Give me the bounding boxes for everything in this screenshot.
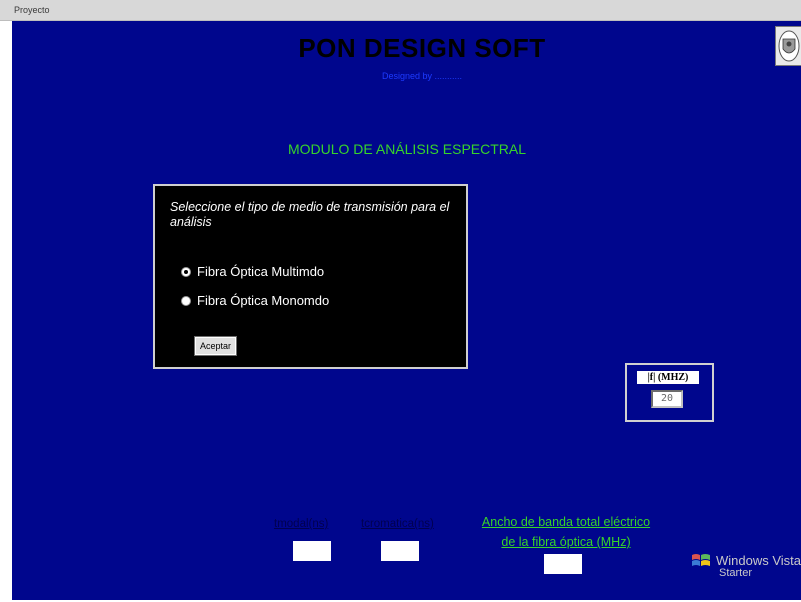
chromatic-dispersion-label: tcromatica(ns) xyxy=(361,518,434,530)
window-title: Proyecto xyxy=(14,5,50,15)
bandwidth-label-line2: de la fibra óptica (MHz) xyxy=(501,535,631,549)
bandwidth-label-line1: Ancho de banda total eléctrico xyxy=(481,515,651,529)
radio-multimode[interactable] xyxy=(181,266,191,277)
title-bar: Proyecto xyxy=(0,0,801,21)
bandwidth-label: Ancho de banda total eléctrico de la fib… xyxy=(460,512,672,552)
accept-button[interactable]: Aceptar xyxy=(194,336,237,356)
frequency-label: |f| (MHZ) xyxy=(637,371,699,384)
option-singlemode-label: Fibra Óptica Monomdo xyxy=(197,293,330,308)
module-title: MODULO DE ANÁLISIS ESPECTRAL xyxy=(287,141,527,157)
main-canvas: PON DESIGN SOFT Designed by ........... … xyxy=(12,21,801,600)
windows-brand-text: Windows Vista xyxy=(716,553,801,568)
windows-edition-text: Starter xyxy=(719,567,753,579)
option-singlemode[interactable]: Fibra Óptica Monomdo xyxy=(181,293,329,308)
radio-singlemode[interactable] xyxy=(181,295,191,306)
crest-logo-icon xyxy=(775,26,801,66)
bandwidth-output xyxy=(544,554,582,574)
option-multimode-label: Fibra Óptica Multimdo xyxy=(197,264,325,279)
frequency-panel: |f| (MHZ) 20 xyxy=(625,363,714,422)
windows-flag-icon xyxy=(691,551,711,571)
app-subtitle: Designed by ........... xyxy=(381,71,463,81)
option-multimode[interactable]: Fibra Óptica Multimdo xyxy=(181,264,324,279)
modal-dispersion-output xyxy=(293,541,331,561)
app-title: PON DESIGN SOFT xyxy=(298,33,546,63)
modal-dispersion-label: tmodal(ns) xyxy=(274,518,329,530)
dialog-prompt: Seleccione el tipo de medio de transmisi… xyxy=(170,200,450,229)
frequency-input[interactable]: 20 xyxy=(651,390,683,408)
chromatic-dispersion-output xyxy=(381,541,419,561)
transmission-medium-dialog: Seleccione el tipo de medio de transmisi… xyxy=(153,184,468,369)
